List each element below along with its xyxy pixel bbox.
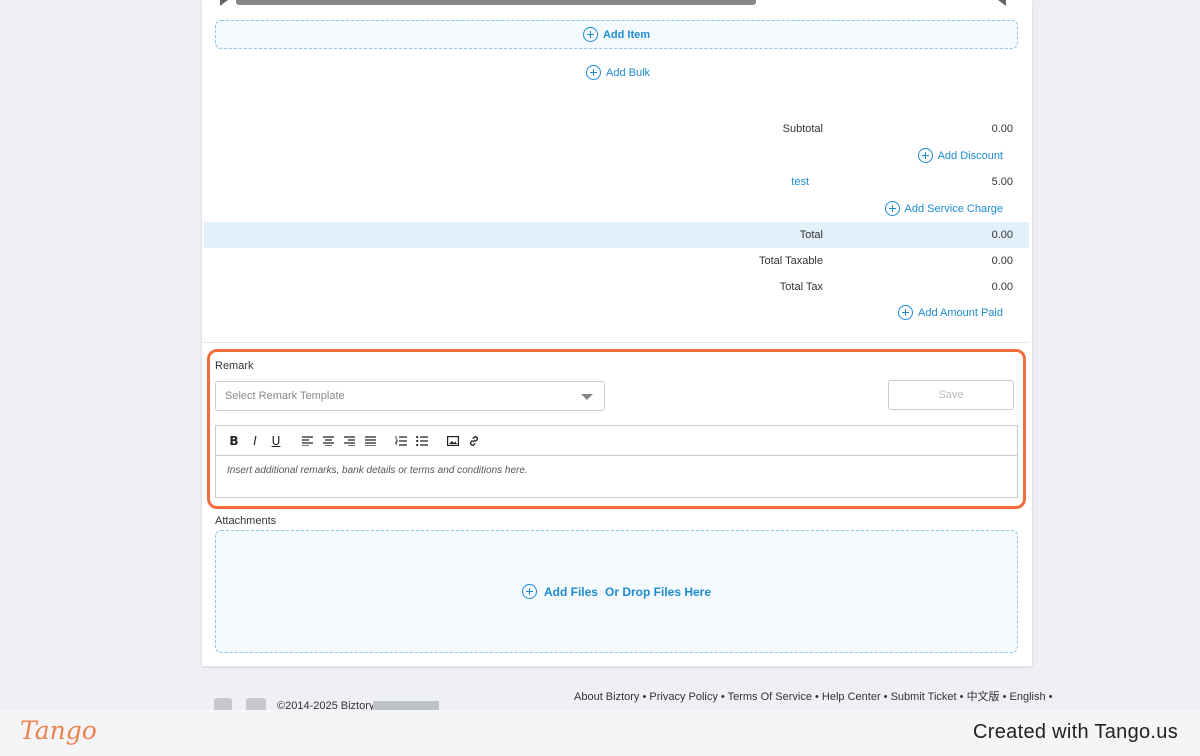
service-charge-value: 5.00 — [991, 176, 1013, 188]
add-amount-paid-label: Add Amount Paid — [917, 306, 1003, 319]
section-divider — [204, 342, 1029, 343]
total-value: 0.00 — [991, 229, 1013, 241]
horizontal-scrollbar[interactable] — [220, 0, 1006, 6]
plus-circle-icon — [917, 148, 933, 163]
plus-circle-icon — [897, 305, 913, 320]
subtotal-label: Subtotal — [782, 123, 823, 135]
invoice-card: Add Item Add Bulk Subtotal 0.00 Add Disc… — [202, 0, 1032, 666]
add-item-label: Add Item — [602, 28, 651, 41]
attachments-dropzone[interactable]: Add Files Or Drop Files Here — [215, 530, 1018, 653]
total-tax-row: Total Tax 0.00 — [204, 274, 1029, 300]
add-files-label: Add Files — [543, 584, 598, 599]
subtotal-value: 0.00 — [991, 123, 1013, 135]
plus-circle-icon — [521, 584, 537, 599]
created-with-text: Created with Tango.us — [973, 721, 1178, 743]
plus-circle-icon — [884, 201, 900, 216]
drop-files-label: Or Drop Files Here — [604, 584, 712, 599]
total-row: Total 0.00 — [204, 222, 1029, 248]
footer-links[interactable]: About Biztory • Privacy Policy • Terms O… — [574, 688, 1053, 704]
total-tax-value: 0.00 — [991, 281, 1013, 293]
subtotal-row: Subtotal 0.00 — [204, 116, 1029, 142]
scroll-right-icon[interactable] — [998, 0, 1006, 6]
add-item-button[interactable]: Add Item — [215, 20, 1018, 49]
plus-circle-icon — [582, 27, 598, 42]
add-discount-label: Add Discount — [937, 149, 1003, 162]
total-taxable-row: Total Taxable 0.00 — [204, 248, 1029, 274]
add-service-charge-label: Add Service Charge — [904, 202, 1003, 215]
add-files-button[interactable]: Add Files Or Drop Files Here — [521, 584, 712, 599]
add-item-link[interactable]: Add Item — [582, 27, 651, 42]
add-bulk-label: Add Bulk — [606, 66, 651, 79]
service-charge-name-link[interactable]: test — [791, 176, 809, 188]
add-amount-paid-button[interactable]: Add Amount Paid — [897, 305, 1003, 320]
total-taxable-value: 0.00 — [991, 255, 1013, 267]
add-bulk-button[interactable]: Add Bulk — [586, 65, 650, 80]
plus-circle-icon — [586, 65, 601, 80]
add-service-charge-button[interactable]: Add Service Charge — [884, 201, 1003, 216]
attachments-title: Attachments — [215, 515, 277, 527]
remark-section-highlight — [207, 349, 1026, 509]
total-label: Total — [799, 229, 823, 241]
scroll-left-icon[interactable] — [220, 0, 228, 6]
add-discount-button[interactable]: Add Discount — [917, 148, 1003, 163]
scrollbar-thumb[interactable] — [236, 0, 756, 5]
total-tax-label: Total Tax — [779, 281, 823, 293]
service-charge-row: test 5.00 — [204, 169, 1029, 195]
tango-banner: Tango Created with Tango.us — [0, 710, 1200, 756]
total-taxable-label: Total Taxable — [758, 255, 823, 267]
tango-logo: Tango — [20, 716, 97, 745]
